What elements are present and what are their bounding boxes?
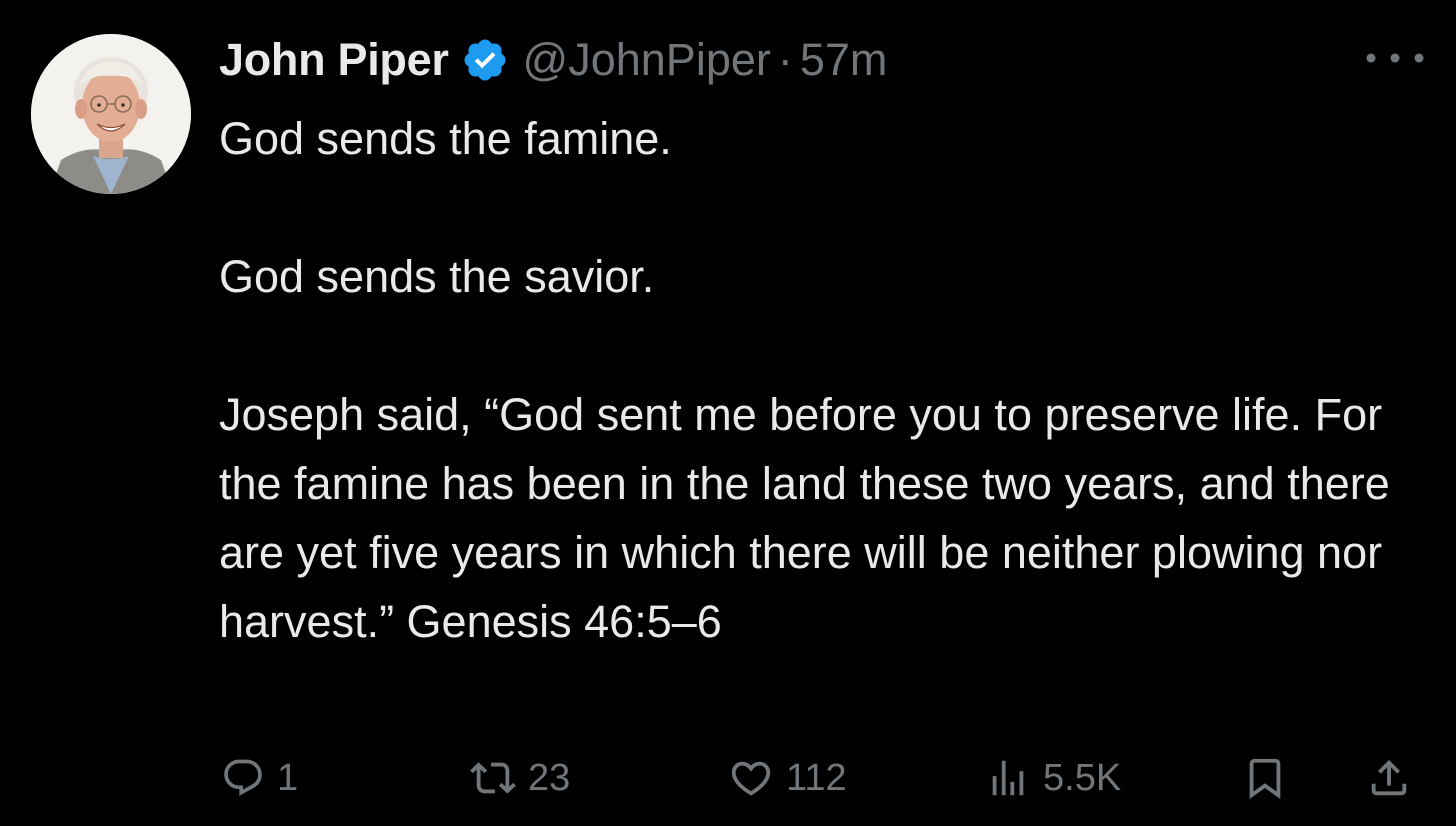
share-button[interactable]	[1366, 748, 1412, 808]
tweet-paragraph: Joseph said, “God sent me before you to …	[219, 389, 1390, 647]
tweet[interactable]: John Piper @JohnPiper · 57m God sends th…	[0, 0, 1456, 826]
tweet-paragraph: God sends the famine.	[219, 113, 672, 164]
retweet-count: 23	[528, 756, 571, 799]
verified-badge-icon[interactable]	[461, 36, 509, 84]
display-name[interactable]: John Piper	[219, 34, 449, 86]
action-bar: 1 23 112 5.5K	[0, 748, 1456, 808]
bookmark-icon	[1249, 758, 1281, 799]
share-icon	[1371, 759, 1407, 796]
like-count: 112	[786, 756, 847, 799]
views-button[interactable]: 5.5K	[985, 748, 1121, 808]
more-dots-icon[interactable]	[1360, 40, 1430, 76]
bookmark-button[interactable]	[1242, 748, 1288, 808]
timestamp[interactable]: 57m	[800, 34, 888, 86]
views-chart-icon	[992, 760, 1024, 796]
heart-icon	[731, 761, 771, 796]
retweet-icon	[470, 762, 516, 794]
avatar[interactable]	[31, 34, 191, 194]
avatar-image	[31, 34, 191, 194]
reply-button[interactable]: 1	[221, 748, 298, 808]
views-count: 5.5K	[1043, 756, 1122, 799]
reply-count: 1	[277, 756, 299, 799]
like-button[interactable]: 112	[728, 748, 847, 808]
tweet-text: God sends the famine. God sends the savi…	[219, 104, 1429, 656]
tweet-header: John Piper @JohnPiper · 57m	[219, 30, 887, 90]
tweet-paragraph: God sends the savior.	[219, 251, 655, 302]
retweet-button[interactable]: 23	[470, 748, 570, 808]
separator-dot: ·	[777, 34, 793, 85]
user-handle[interactable]: @JohnPiper	[523, 34, 771, 86]
reply-icon	[224, 759, 262, 796]
